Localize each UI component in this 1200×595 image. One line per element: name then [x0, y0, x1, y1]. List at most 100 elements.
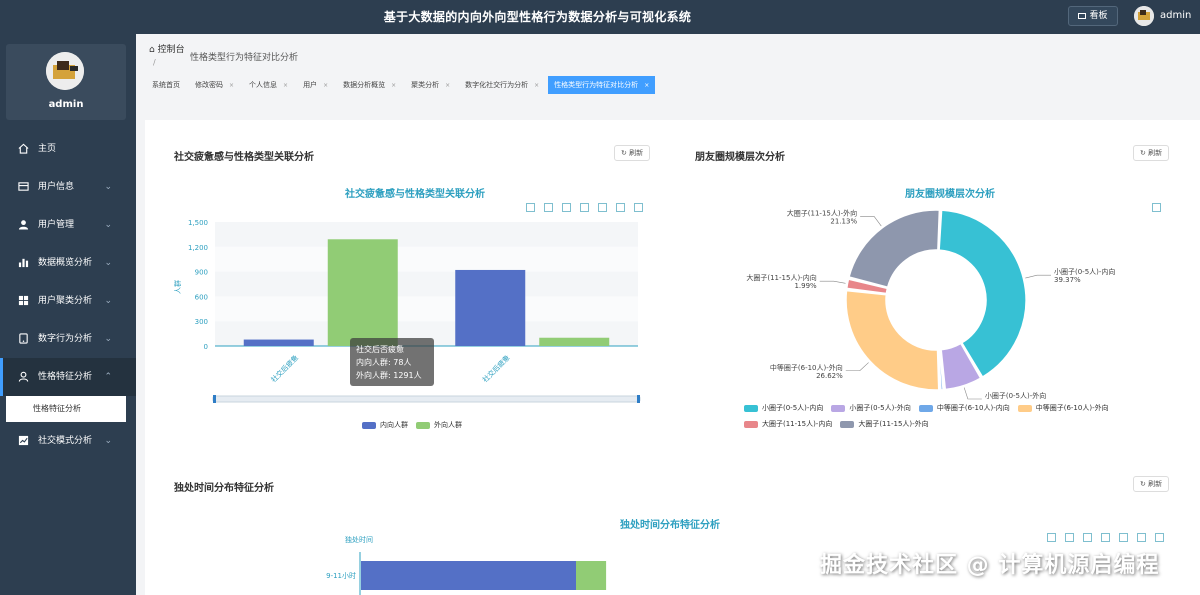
download-icon[interactable]	[1047, 533, 1056, 542]
y-axis-label: 独处时间	[345, 535, 373, 544]
sidebar-item-user-cluster[interactable]: 用户聚类分析 ⌄	[0, 282, 136, 320]
refresh-button-fatigue[interactable]: ↻ 刷新	[614, 145, 651, 161]
legend-item[interactable]: 大圈子(11-15人)-外向	[840, 419, 929, 429]
hbar-extrovert	[576, 561, 607, 590]
user-icon	[18, 220, 29, 230]
tab-home[interactable]: 系统首页	[146, 76, 186, 94]
data-view-icon[interactable]	[1065, 533, 1074, 542]
pie-label-line	[845, 362, 869, 372]
sidebar-item-home[interactable]: 主页	[0, 130, 136, 168]
sidebar-item-label: 用户管理	[38, 220, 75, 230]
card-title-fatigue: 社交疲惫感与性格类型关联分析	[174, 152, 314, 163]
tab-cluster[interactable]: 聚类分析 ×	[405, 76, 456, 94]
close-icon[interactable]: ×	[283, 82, 288, 89]
person-icon	[18, 371, 29, 382]
username[interactable]: admin	[1160, 0, 1191, 32]
line-switch-icon[interactable]	[562, 203, 571, 212]
tab-digital-social[interactable]: 数字化社交行为分析 ×	[459, 76, 545, 94]
legend-item[interactable]: 内向人群	[362, 420, 408, 430]
submenu-item-personality[interactable]: 性格特征分析	[6, 396, 126, 422]
hbar-introvert	[361, 561, 576, 590]
legend-item[interactable]: 小圈子(0-5人)-内向	[744, 403, 823, 413]
donut-slice	[848, 209, 941, 289]
data-view-icon[interactable]	[544, 203, 553, 212]
pie-label-percent: 39.37%	[1054, 276, 1081, 284]
restore-icon[interactable]	[580, 203, 589, 212]
legend-swatch	[831, 404, 846, 412]
sidebar-item-personality[interactable]: 性格特征分析 ⌃	[0, 358, 136, 396]
sidebar-item-user-info[interactable]: 用户信息 ⌄	[0, 168, 136, 206]
tab-bar: 系统首页 修改密码 × 个人信息 × 用户 × 数据分析概览 × 聚类分析 × 数字化社交…	[146, 76, 658, 94]
sidebar-item-label: 社交模式分析	[38, 436, 93, 446]
close-icon[interactable]: ×	[229, 82, 234, 89]
tab-change-password[interactable]: 修改密码 ×	[189, 76, 240, 94]
legend-swatch	[416, 421, 430, 429]
close-icon[interactable]: ×	[323, 82, 328, 89]
bar-chart-icon	[18, 258, 29, 268]
legend-fatigue: 内向人群 外向人群	[362, 420, 470, 430]
legend-item[interactable]: 大圈子(11-15人)-内向	[744, 419, 832, 429]
datazoom-slider	[212, 395, 641, 403]
tab-data-overview[interactable]: 数据分析概览 ×	[337, 76, 402, 94]
sidebar-item-social-pattern[interactable]: 社交模式分析 ⌄	[0, 422, 136, 460]
download-icon[interactable]	[526, 203, 535, 212]
zoom-icon[interactable]	[1119, 533, 1128, 542]
bar-introvert	[243, 339, 314, 346]
sidebar-item-digital-behavior[interactable]: 数字行为分析 ⌄	[0, 320, 136, 358]
friends-donut-chart[interactable]: 小圈子(0-5人)-内向39.37% 大圈子(11-15人)-外向21.13% 大圈…	[700, 205, 1200, 405]
legend-swatch	[918, 404, 933, 412]
legend-item[interactable]: 中等圈子(6-10人)-内向	[918, 403, 1010, 413]
home-icon	[18, 143, 29, 154]
bar-extrovert	[539, 337, 610, 346]
legend-item[interactable]: 小圈子(0-5人)-外向	[831, 403, 911, 413]
chevron-down-icon: ⌄	[104, 296, 112, 306]
user-avatar[interactable]	[1134, 6, 1154, 26]
pie-label-line	[819, 280, 846, 284]
tab-profile[interactable]: 个人信息 ×	[243, 76, 294, 94]
tab-users[interactable]: 用户 ×	[297, 76, 334, 94]
refresh-button-friends[interactable]: ↻ 刷新	[1133, 145, 1170, 161]
profile-card: admin	[6, 44, 126, 120]
sidebar-item-data-overview[interactable]: 数据概览分析 ⌄	[0, 244, 136, 282]
profile-name: admin	[48, 99, 84, 110]
line-switch-icon[interactable]	[1083, 533, 1092, 542]
breadcrumb-separator: /	[153, 58, 156, 67]
chevron-down-icon: ⌄	[104, 220, 112, 230]
tooltip-line: 外向人群: 1291人	[356, 371, 422, 380]
legend-swatch	[362, 421, 376, 429]
alone-time-bar-chart[interactable]: 独处时间 9-11小时	[300, 530, 700, 595]
zoom-icon[interactable]	[598, 203, 607, 212]
zoom-reset-icon[interactable]	[1137, 533, 1146, 542]
avatar-icon	[46, 52, 84, 90]
card-title-friends: 朋友圈规模层次分析	[695, 152, 785, 163]
tooltip-title: 社交后否疲惫	[356, 345, 404, 354]
chevron-down-icon: ⌄	[104, 436, 112, 446]
x-tick-label: 社交后疲惫	[481, 353, 512, 384]
close-icon[interactable]: ×	[644, 82, 649, 89]
y-tick-label: 1,500	[188, 219, 208, 227]
legend-item[interactable]: 中等圈子(6-10人)-外向	[1017, 403, 1109, 413]
save-image-icon[interactable]	[1155, 533, 1164, 542]
tab-personality-compare[interactable]: 性格类型行为特征对比分析 ×	[548, 76, 656, 94]
legend-friends-row2: 大圈子(11-15人)-内向 大圈子(11-15人)-外向	[744, 419, 937, 429]
chart-title-alone: 独处时间分布特征分析	[620, 520, 720, 531]
zoom-reset-icon[interactable]	[616, 203, 625, 212]
side-menu: 主页 用户信息 ⌄ 用户管理 ⌄ 数据概览分析 ⌄ 用户聚类分析 ⌄ 数字行为分…	[0, 130, 136, 460]
bar-extrovert	[327, 239, 398, 346]
tooltip-line: 内向人群: 78人	[356, 358, 412, 367]
restore-icon[interactable]	[1101, 533, 1110, 542]
sidebar-item-user-management[interactable]: 用户管理 ⌄	[0, 206, 136, 244]
pie-label-percent: 21.13%	[830, 217, 857, 225]
refresh-button-alone[interactable]: ↻ 刷新	[1133, 476, 1170, 492]
close-icon[interactable]: ×	[534, 82, 539, 89]
id-card-icon	[18, 182, 29, 191]
save-image-icon[interactable]	[634, 203, 643, 212]
kanban-button[interactable]: 看板	[1068, 6, 1118, 26]
legend-item[interactable]: 外向人群	[416, 420, 462, 430]
breadcrumb-root[interactable]: 控制台	[158, 45, 185, 55]
refresh-icon: ↻	[1140, 149, 1146, 157]
chevron-down-icon: ⌄	[104, 334, 112, 344]
chevron-down-icon: ⌄	[104, 258, 112, 268]
close-icon[interactable]: ×	[445, 82, 450, 89]
close-icon[interactable]: ×	[391, 82, 396, 89]
